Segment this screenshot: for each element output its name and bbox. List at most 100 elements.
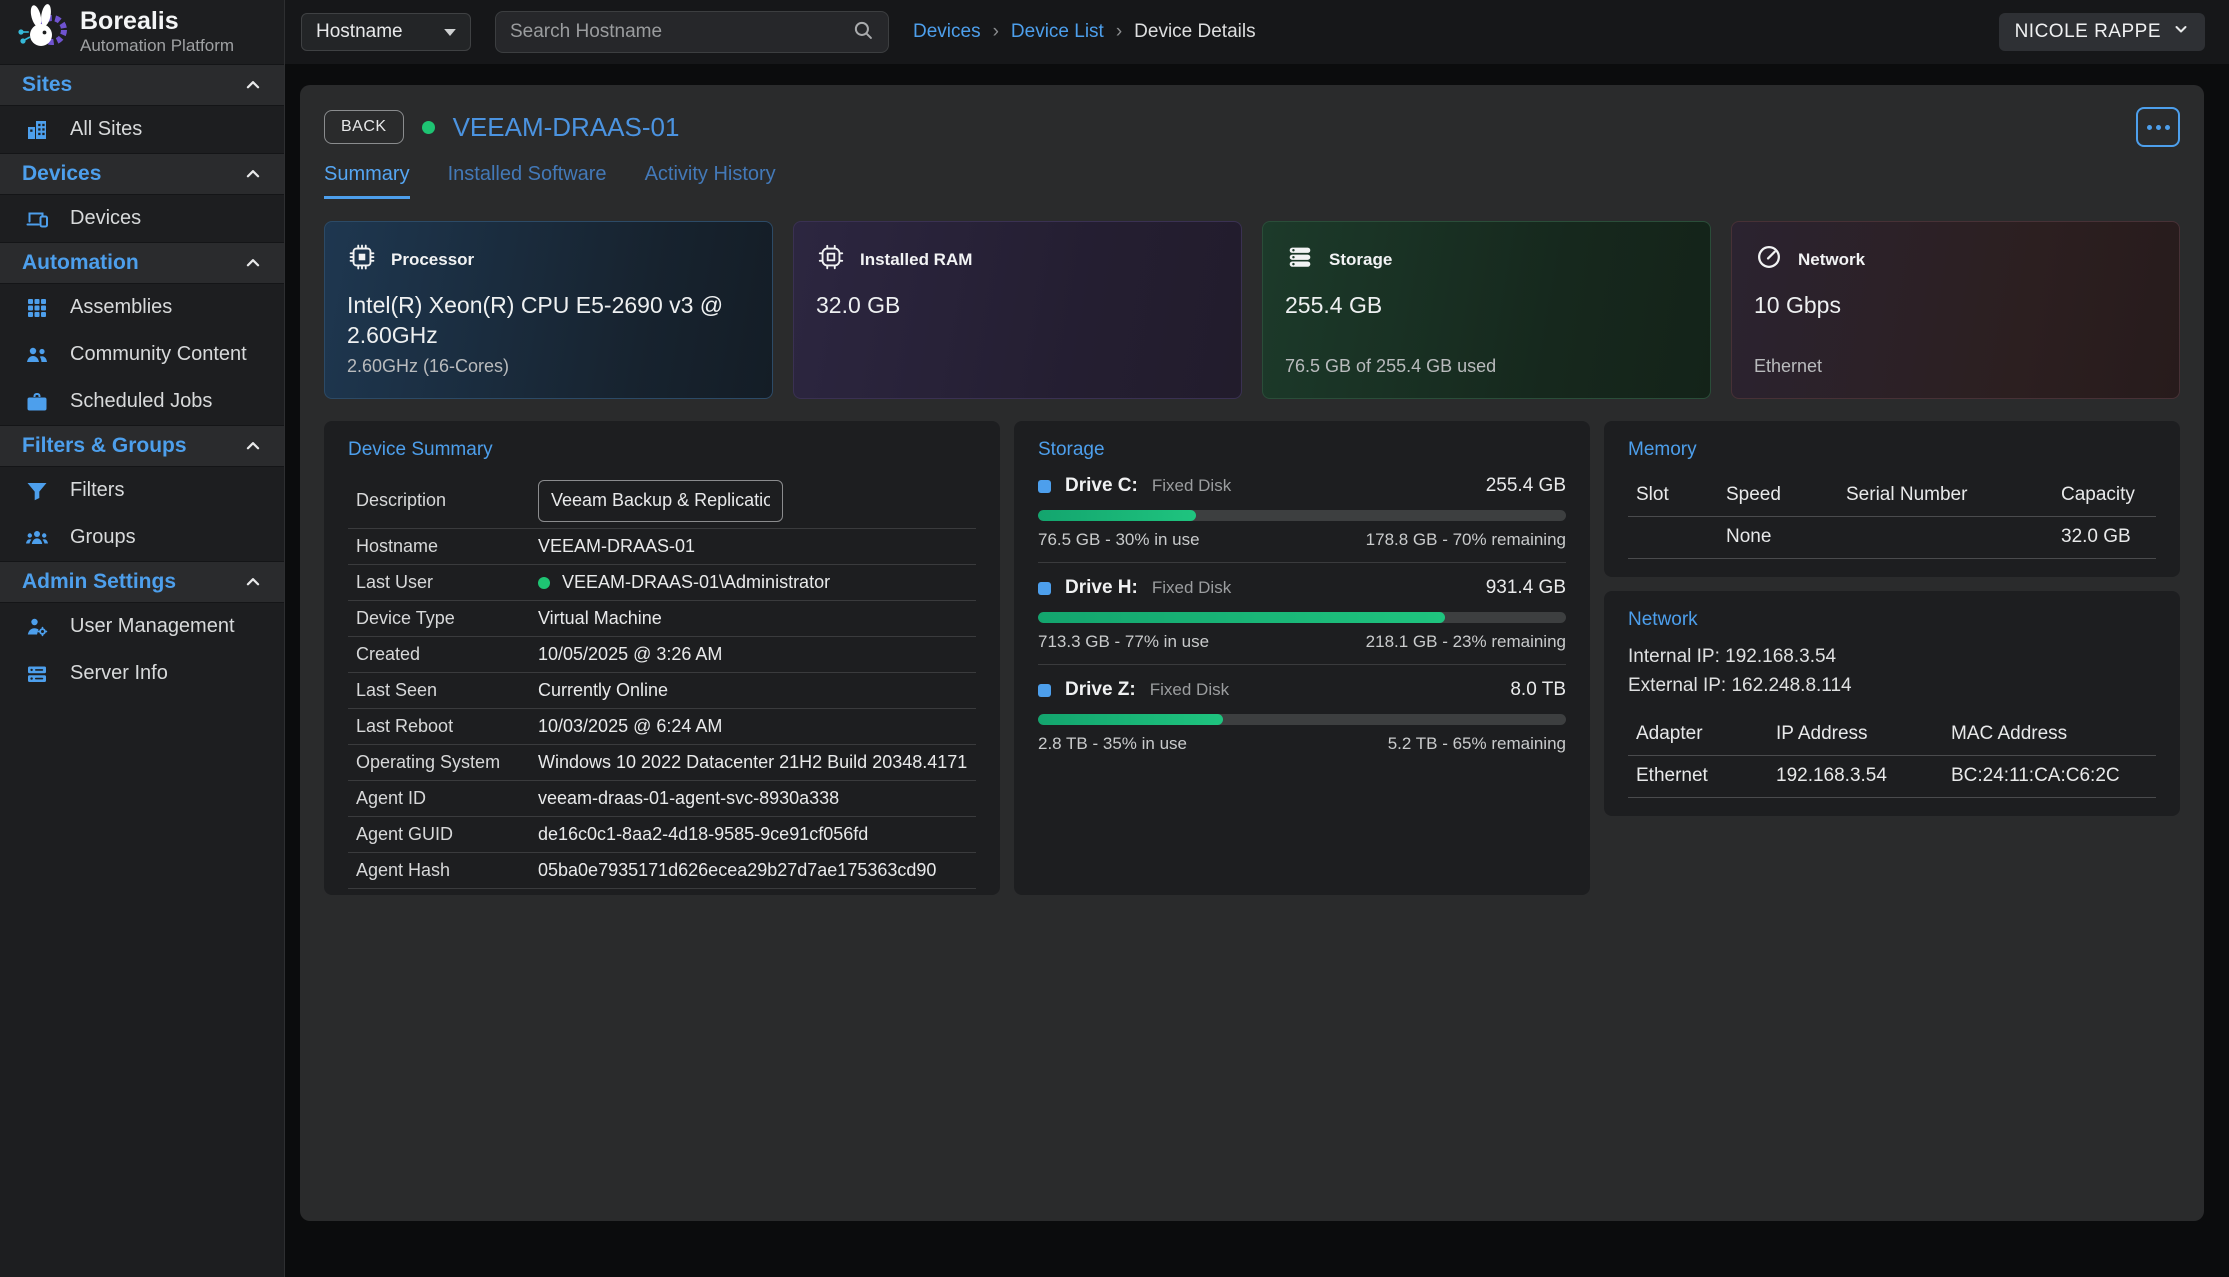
drive-type: Fixed Disk: [1152, 578, 1231, 598]
row-value: 10/05/2025 @ 3:26 AM: [538, 644, 722, 665]
device-details-panel: BACK VEEAM-DRAAS-01 Summary Installed So…: [300, 85, 2204, 1221]
device-tabs: Summary Installed Software Activity Hist…: [324, 163, 2180, 199]
sidebar-item-filters[interactable]: Filters: [0, 467, 284, 514]
breadcrumb-current: Device Details: [1134, 21, 1255, 43]
search-icon[interactable]: [852, 19, 874, 46]
people-icon: [24, 342, 50, 368]
installed-ram-card: Installed RAM 32.0 GB: [793, 221, 1242, 399]
section-label: Automation: [22, 251, 139, 275]
stat-title: Processor: [391, 250, 474, 270]
gauge-icon: [1754, 242, 1784, 277]
device-online-status-dot: [422, 121, 435, 134]
summary-row-created: Created 10/05/2025 @ 3:26 AM: [348, 637, 976, 673]
sidebar: Borealis Automation Platform Sites All S…: [0, 0, 285, 1277]
server-icon: [24, 661, 50, 687]
adapter-mac: BC:24:11:CA:C6:2C: [1951, 765, 2156, 787]
drive-name: Drive H:: [1065, 577, 1138, 599]
storage-card: Storage 255.4 GB 76.5 GB of 255.4 GB use…: [1262, 221, 1711, 399]
sidebar-section-automation[interactable]: Automation: [0, 242, 284, 284]
drive-icon: [1038, 480, 1051, 493]
devices-icon: [24, 206, 50, 232]
drive-remaining-text: 218.1 GB - 23% remaining: [1366, 632, 1566, 652]
processor-value: Intel(R) Xeon(R) CPU E5-2690 v3 @ 2.60GH…: [347, 291, 750, 351]
sidebar-item-scheduled-jobs[interactable]: Scheduled Jobs: [0, 378, 284, 425]
tab-installed-software[interactable]: Installed Software: [448, 163, 607, 199]
section-label: Filters & Groups: [22, 434, 187, 458]
sidebar-item-assemblies[interactable]: Assemblies: [0, 284, 284, 331]
row-value: VEEAM-DRAAS-01\Administrator: [562, 572, 830, 593]
drive-usage-bar: [1038, 612, 1566, 623]
drive-size: 8.0 TB: [1510, 679, 1566, 701]
back-button[interactable]: BACK: [324, 110, 404, 144]
chevron-down-icon: [2173, 21, 2189, 43]
sidebar-item-server-info[interactable]: Server Info: [0, 650, 284, 697]
search-input[interactable]: [510, 21, 852, 43]
network-panel: Network Internal IP: 192.168.3.54 Extern…: [1604, 591, 2180, 816]
sidebar-section-sites[interactable]: Sites: [0, 64, 284, 106]
drive-type: Fixed Disk: [1152, 476, 1231, 496]
summary-row-last-reboot: Last Reboot 10/03/2025 @ 6:24 AM: [348, 709, 976, 745]
breadcrumb-separator: ›: [1116, 21, 1122, 43]
sidebar-item-user-management[interactable]: User Management: [0, 603, 284, 650]
search-box[interactable]: [495, 11, 889, 53]
user-gear-icon: [24, 614, 50, 640]
drive-row-h: Drive H: Fixed Disk 931.4 GB 713.3 GB - …: [1038, 563, 1566, 665]
sidebar-item-community-content[interactable]: Community Content: [0, 331, 284, 378]
network-table-header: Adapter IP Address MAC Address: [1628, 714, 2156, 756]
row-label: Agent Hash: [348, 860, 538, 881]
stat-title: Network: [1798, 250, 1865, 270]
user-menu-button[interactable]: NICOLE RAPPE: [1999, 13, 2205, 51]
summary-row-hostname: Hostname VEEAM-DRAAS-01: [348, 529, 976, 565]
buildings-icon: [24, 117, 50, 143]
device-summary-panel: Device Summary Description Hostname VEEA…: [324, 421, 1000, 895]
description-input[interactable]: [538, 480, 783, 522]
summary-row-agent-hash: Agent Hash 05ba0e7935171d626ecea29b27d7a…: [348, 853, 976, 889]
row-label: Last Seen: [348, 680, 538, 701]
external-ip: External IP: 162.248.8.114: [1628, 672, 2156, 701]
drive-name: Drive Z:: [1065, 679, 1136, 701]
network-card: Network 10 Gbps Ethernet: [1731, 221, 2180, 399]
summary-row-agent-id: Agent ID veeam-draas-01-agent-svc-8930a3…: [348, 781, 976, 817]
drive-size: 255.4 GB: [1486, 475, 1566, 497]
processor-card: Processor Intel(R) Xeon(R) CPU E5-2690 v…: [324, 221, 773, 399]
brand-header: Borealis Automation Platform: [0, 0, 284, 64]
stat-title: Storage: [1329, 250, 1392, 270]
drive-usage-bar: [1038, 510, 1566, 521]
chevron-up-icon: [244, 437, 262, 455]
search-field-selector[interactable]: Hostname: [301, 13, 471, 51]
ram-value: 32.0 GB: [816, 291, 1219, 321]
sidebar-item-all-sites[interactable]: All Sites: [0, 106, 284, 153]
row-value: Windows 10 2022 Datacenter 21H2 Build 20…: [538, 752, 967, 773]
tab-summary[interactable]: Summary: [324, 163, 410, 199]
user-online-dot: [538, 577, 550, 589]
drive-size: 931.4 GB: [1486, 577, 1566, 599]
brand-name: Borealis: [80, 8, 234, 36]
section-label: Devices: [22, 162, 101, 186]
sidebar-item-label: Community Content: [70, 343, 247, 366]
sidebar-section-devices[interactable]: Devices: [0, 153, 284, 195]
sidebar-section-admin-settings[interactable]: Admin Settings: [0, 561, 284, 603]
drive-icon: [1038, 582, 1051, 595]
column-header: Serial Number: [1846, 484, 2061, 506]
sidebar-item-label: Scheduled Jobs: [70, 390, 212, 413]
more-actions-button[interactable]: [2136, 107, 2180, 147]
brand-subtitle: Automation Platform: [80, 36, 234, 56]
column-header: Adapter: [1636, 723, 1776, 745]
column-header: Speed: [1726, 484, 1846, 506]
panel-title: Device Summary: [348, 439, 976, 461]
drive-remaining-text: 5.2 TB - 65% remaining: [1388, 734, 1566, 754]
row-label: Operating System: [348, 752, 538, 773]
summary-row-last-seen: Last Seen Currently Online: [348, 673, 976, 709]
breadcrumb-device-list[interactable]: Device List: [1011, 21, 1104, 43]
sidebar-item-devices[interactable]: Devices: [0, 195, 284, 242]
drive-icon: [1038, 684, 1051, 697]
chevron-up-icon: [244, 165, 262, 183]
drive-row-z: Drive Z: Fixed Disk 8.0 TB 2.8 TB - 35% …: [1038, 665, 1566, 766]
drive-name: Drive C:: [1065, 475, 1138, 497]
row-label: Device Type: [348, 608, 538, 629]
breadcrumb-devices[interactable]: Devices: [913, 21, 981, 43]
sidebar-item-groups[interactable]: Groups: [0, 514, 284, 561]
sidebar-section-filters-groups[interactable]: Filters & Groups: [0, 425, 284, 467]
row-label: Agent ID: [348, 788, 538, 809]
tab-activity-history[interactable]: Activity History: [645, 163, 776, 199]
